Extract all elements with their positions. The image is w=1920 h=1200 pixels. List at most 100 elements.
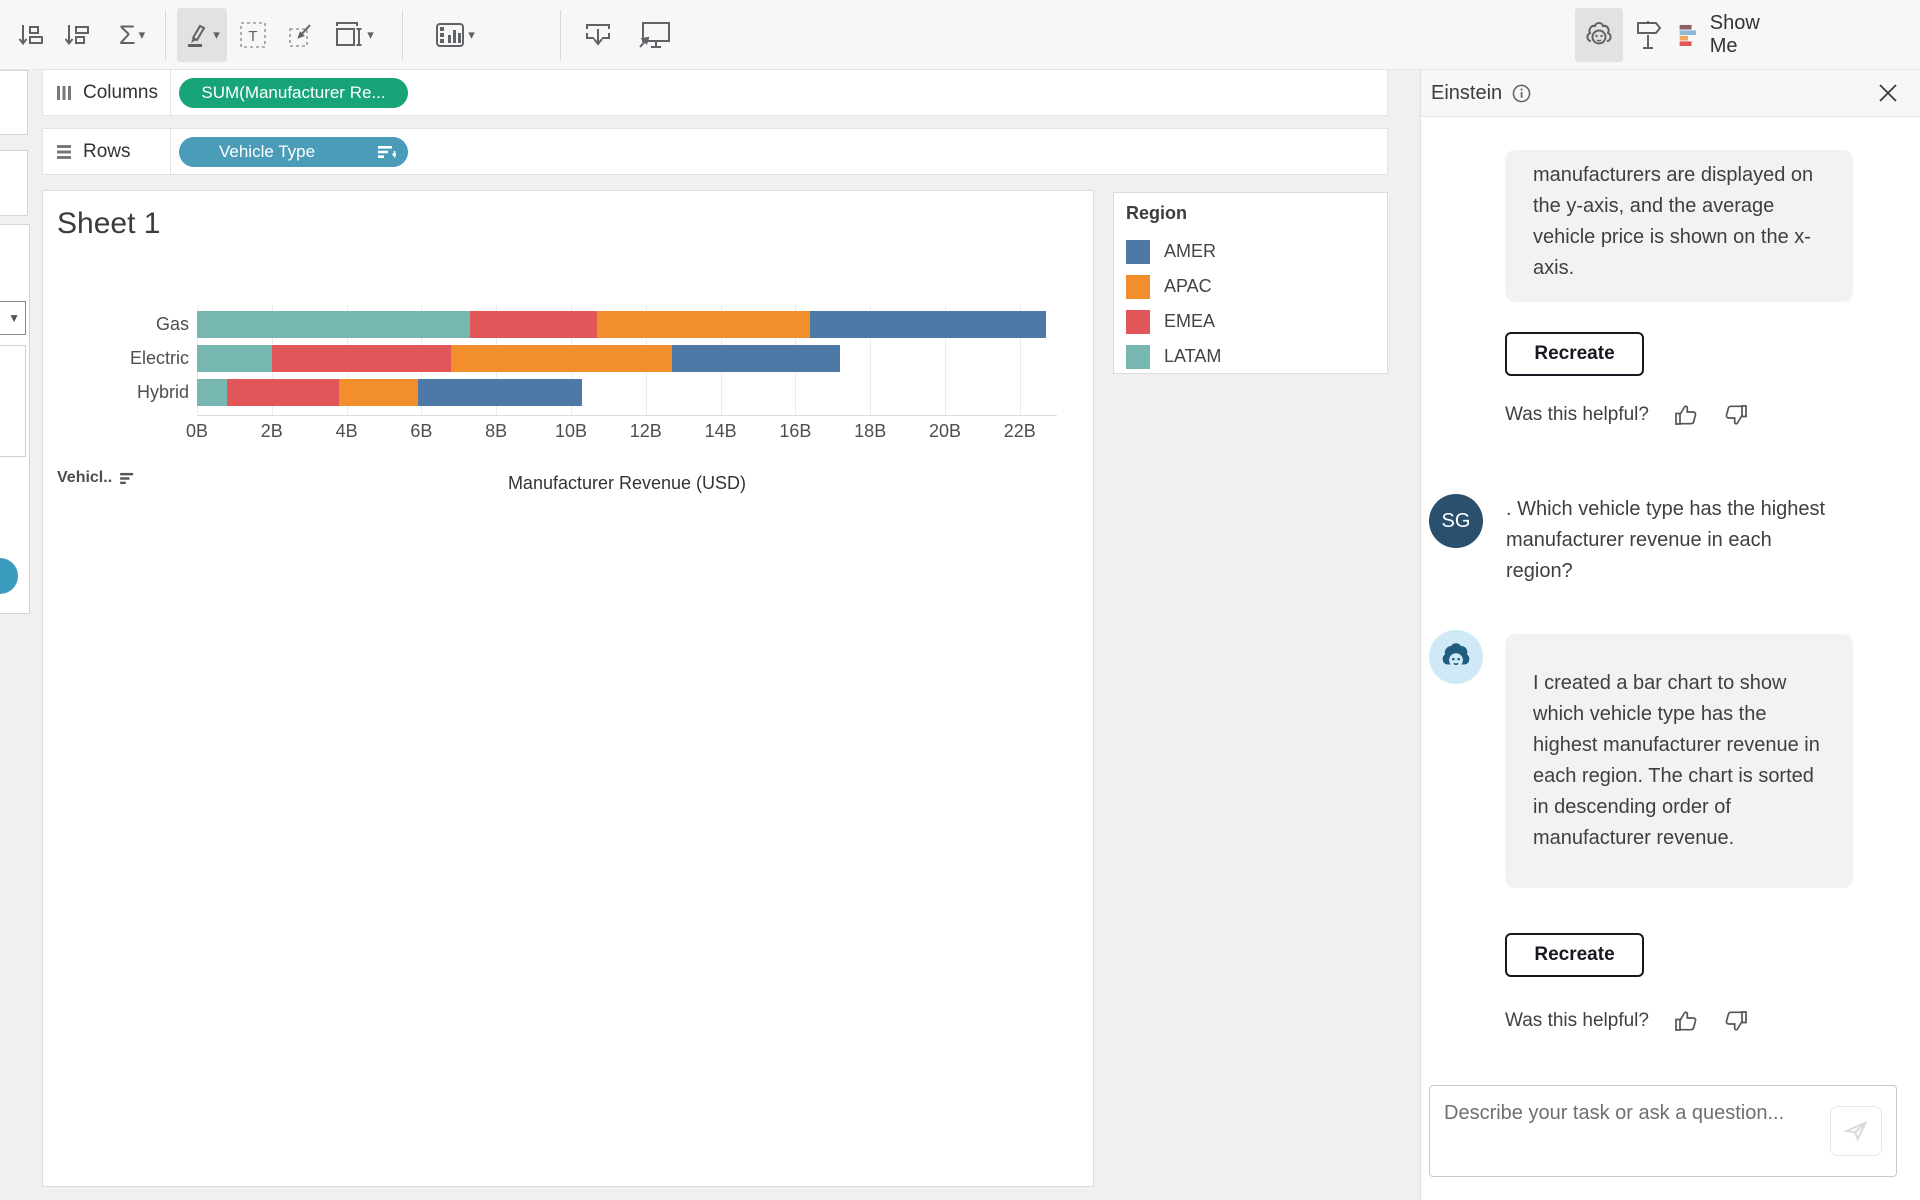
bar-segment-gas-apac[interactable] [597,311,811,338]
helpful-label: Was this helpful? [1505,1010,1649,1031]
user-avatar: SG [1429,494,1483,548]
show-me-bar-3 [1679,35,1688,41]
fit-size-button[interactable]: ▾ [328,8,380,62]
bar-row-hybrid [197,379,583,406]
sheet-card: Sheet 1 Vehicl.. Gas Electric Hybrid Manuf… [42,190,1094,1187]
pill-vehicle-type[interactable]: Vehicle Type [179,137,408,167]
bar-segment-hybrid-amer[interactable] [417,379,583,406]
chat-input[interactable] [1444,1098,1794,1166]
sort-descending-button[interactable] [60,8,92,62]
legend-item-apac[interactable]: APAC [1126,269,1387,304]
sort-ascending-icon [18,25,43,46]
text-label-button[interactable]: T [236,8,270,62]
left-rail-subcard [0,345,26,457]
row-field-header[interactable]: Vehicl.. [57,469,137,487]
rows-shelf-label: Rows [83,140,131,162]
annotation-button[interactable] [284,8,318,62]
highlight-button[interactable]: ▾ [177,8,227,62]
x-axis-tick: 18B [854,421,887,441]
bar-segment-gas-amer[interactable] [810,311,1046,338]
x-axis-line [197,415,1057,416]
signpost-icon [1637,21,1662,49]
sort-ascending-button[interactable] [14,8,46,62]
chevron-down-icon: ▾ [213,27,220,42]
columns-shelf[interactable]: Columns SUM(Manufacturer Re... [42,69,1388,116]
legend-swatch [1126,239,1150,264]
thumbs-down-icon[interactable] [1723,1008,1749,1034]
helpful-label: Was this helpful? [1505,404,1649,425]
left-rail-card [0,150,28,216]
download-button[interactable] [580,8,616,62]
legend-item-emea[interactable]: EMEA [1126,304,1387,339]
rows-icon [57,144,71,159]
legend-label: AMER [1164,241,1217,261]
legend-item-latam[interactable]: LATAM [1126,339,1387,374]
x-axis-tick: 8B [485,421,508,441]
thumbs-up-icon[interactable] [1673,1008,1699,1034]
x-axis-tick: 22B [1003,421,1036,441]
show-cards-icon [436,23,465,47]
legend-item-amer[interactable]: AMER [1126,234,1387,269]
show-me-bar-2 [1679,30,1697,35]
fit-width-icon [336,22,362,46]
chart-plot-area [197,305,1057,416]
recreate-button[interactable]: Recreate [1505,332,1644,376]
pill-sum-manufacturer-revenue[interactable]: SUM(Manufacturer Re... [179,78,408,108]
info-icon[interactable] [1512,84,1531,103]
close-icon[interactable] [1876,81,1900,105]
bar-segment-electric-latam[interactable] [197,345,272,372]
legend-label: LATAM [1164,346,1222,366]
chevron-down-icon: ▾ [367,27,374,42]
text-box-icon: T [240,22,266,48]
einstein-icon [1586,22,1612,45]
show-me-icon [1679,24,1697,46]
show-hide-cards-button[interactable]: ▾ [428,8,482,62]
guidepost-button[interactable] [1630,8,1666,62]
sheet-title: Sheet 1 [57,207,161,240]
show-me-button[interactable]: Show Me [1676,8,1786,62]
totals-button[interactable]: Σ ▾ [108,8,156,62]
category-label-electric: Electric [129,348,189,368]
chevron-down-icon: ▾ [138,27,146,42]
bar-segment-electric-apac[interactable] [451,345,672,372]
highlighter-icon [188,24,206,47]
toolbar-divider [402,10,403,60]
recreate-button[interactable]: Recreate [1505,933,1644,977]
toolbar-divider [165,10,166,60]
x-axis-tick: 0B [185,421,209,441]
pill-label: SUM(Manufacturer Re... [201,83,386,102]
legend-swatch [1126,309,1150,334]
user-initials: SG [1441,509,1471,532]
thumbs-up-icon[interactable] [1673,402,1699,428]
bar-segment-electric-amer[interactable] [671,345,841,372]
columns-shelf-label: Columns [83,81,158,103]
left-rail-dropdown[interactable]: ▼ [0,301,26,335]
x-axis-tick: 2B [260,421,283,441]
sort-descending-icon [120,472,134,484]
bar-segment-hybrid-emea[interactable] [226,379,340,406]
bar-segment-hybrid-apac[interactable] [339,379,418,406]
presentation-mode-button[interactable] [634,8,674,62]
legend-swatch [1126,274,1150,299]
send-button[interactable] [1830,1106,1882,1156]
bar-segment-gas-latam[interactable] [197,311,471,338]
x-axis-tick: 4B [335,421,358,441]
bar-segment-electric-emea[interactable] [271,345,452,372]
einstein-icon [1442,643,1470,668]
thumbs-down-icon[interactable] [1723,402,1749,428]
legend-items: AMER APAC EMEA LATAM [1126,234,1387,374]
bar-segment-hybrid-latam[interactable] [197,379,227,406]
annotation-pen-icon [289,24,311,47]
show-me-bar-1 [1679,24,1692,30]
chevron-down-icon: ▼ [8,311,20,325]
bar-row-electric [197,345,841,372]
x-axis-tick: 20B [928,421,962,441]
rows-shelf[interactable]: Rows Vehicle Type [42,128,1388,175]
bar-segment-gas-emea[interactable] [470,311,598,338]
x-axis-tick: 16B [779,421,812,441]
einstein-avatar [1429,630,1483,684]
einstein-toolbar-button[interactable] [1575,8,1623,62]
x-axis-tick: 6B [410,421,433,441]
legend-title: Region [1126,203,1187,223]
legend-label: EMEA [1164,311,1216,331]
